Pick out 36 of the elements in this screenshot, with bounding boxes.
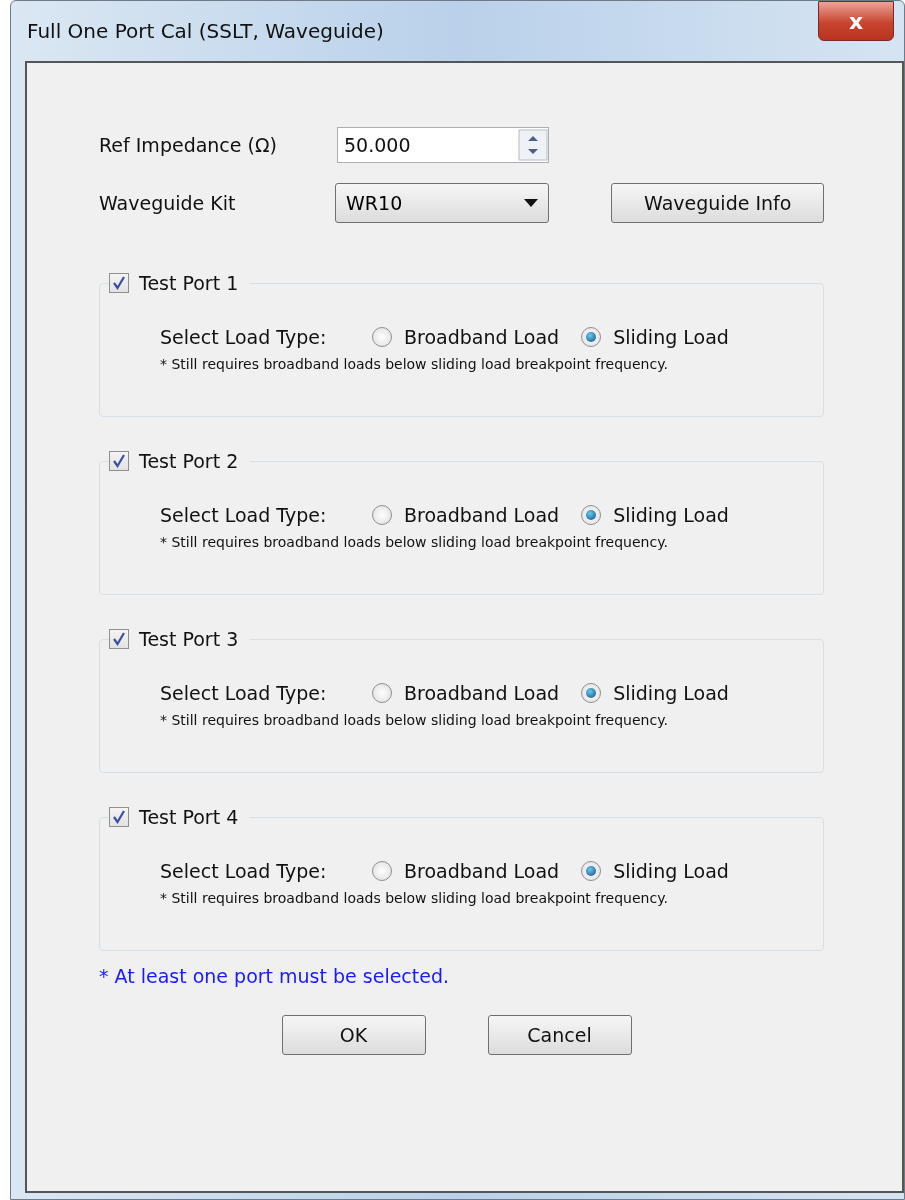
spinner-arrows-icon[interactable] bbox=[518, 129, 548, 161]
port-checkbox[interactable] bbox=[109, 451, 129, 471]
load-type-radio[interactable]: Sliding Load bbox=[581, 860, 729, 882]
ref-impedance-label: Ref Impedance (Ω) bbox=[99, 134, 278, 156]
port-checkbox[interactable] bbox=[109, 629, 129, 649]
port-label: Test Port 4 bbox=[139, 806, 239, 828]
port-checkbox[interactable] bbox=[109, 807, 129, 827]
load-type-label: Select Load Type: bbox=[160, 504, 328, 526]
port-label: Test Port 3 bbox=[139, 628, 239, 650]
validation-note: * At least one port must be selected. bbox=[99, 965, 451, 987]
load-note: * Still requires broadband loads below sliding load breakpoint frequency. bbox=[160, 356, 669, 372]
waveguide-info-button[interactable]: Waveguide Info bbox=[611, 183, 824, 223]
load-type-label: Select Load Type: bbox=[160, 860, 328, 882]
dialog-button[interactable]: OK bbox=[281, 1015, 426, 1055]
load-type-label: Select Load Type: bbox=[160, 326, 328, 348]
load-note: * Still requires broadband loads below sliding load breakpoint frequency. bbox=[160, 890, 669, 906]
load-type-radio[interactable]: Broadband Load bbox=[372, 326, 560, 348]
waveguide-kit-dropdown[interactable]: WR10 bbox=[335, 183, 550, 223]
waveguide-kit-label: Waveguide Kit bbox=[99, 192, 237, 214]
load-type-radio[interactable]: Sliding Load bbox=[581, 504, 729, 526]
close-button[interactable]: x bbox=[818, 1, 894, 41]
load-type-radio[interactable]: Broadband Load bbox=[372, 682, 560, 704]
port-label: Test Port 2 bbox=[139, 450, 239, 472]
load-type-radio[interactable]: Sliding Load bbox=[581, 326, 729, 348]
load-type-label: Select Load Type: bbox=[160, 682, 328, 704]
load-note: * Still requires broadband loads below sliding load breakpoint frequency. bbox=[160, 534, 669, 550]
window-title: Full One Port Cal (SSLT, Waveguide) bbox=[27, 19, 384, 43]
port-checkbox[interactable] bbox=[109, 273, 129, 293]
dialog-button[interactable]: Cancel bbox=[487, 1015, 632, 1055]
load-type-radio[interactable]: Sliding Load bbox=[581, 682, 729, 704]
dropdown-arrow-icon bbox=[524, 199, 539, 207]
load-note: * Still requires broadband loads below sliding load breakpoint frequency. bbox=[160, 712, 669, 728]
ref-impedance-field[interactable]: 50.000 bbox=[337, 127, 549, 163]
load-type-radio[interactable]: Broadband Load bbox=[372, 504, 560, 526]
load-type-radio[interactable]: Broadband Load bbox=[372, 860, 560, 882]
port-label: Test Port 1 bbox=[139, 272, 239, 294]
